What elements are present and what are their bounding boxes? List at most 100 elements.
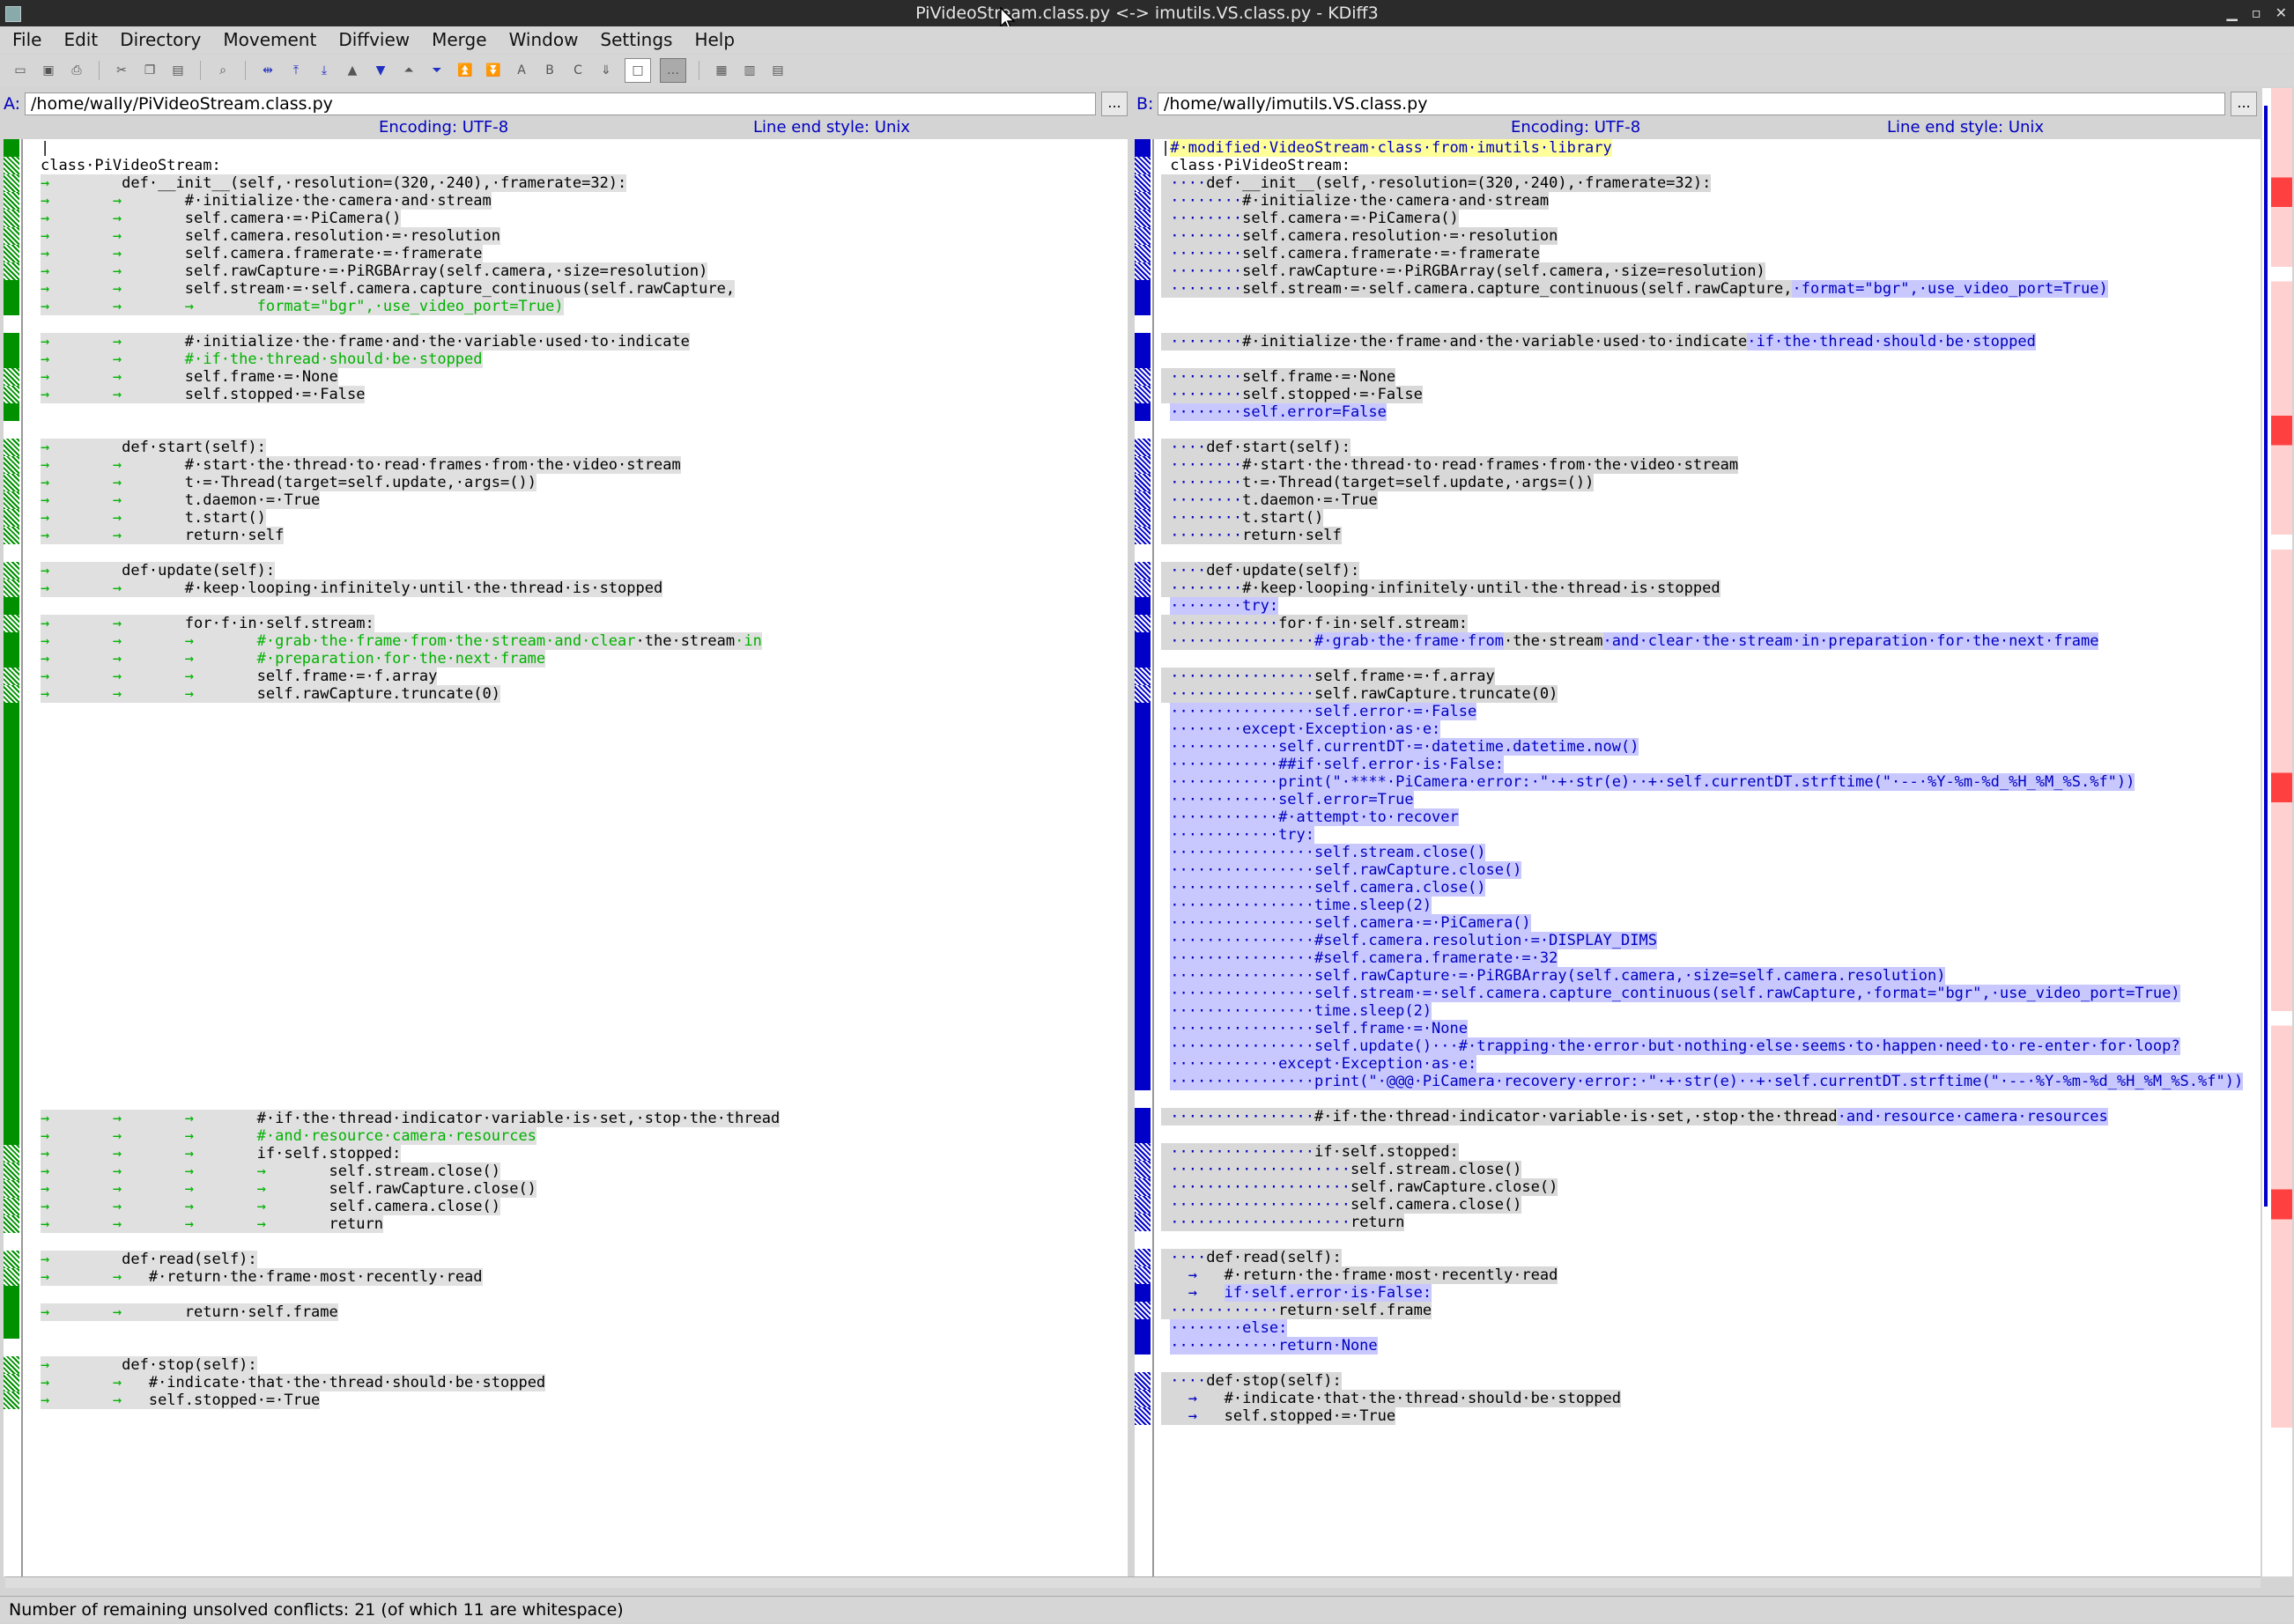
menu-window[interactable]: Window <box>497 26 588 53</box>
diff-pane-b[interactable]: |#·modified·VideoStream·class·from·imuti… <box>1135 139 2261 1576</box>
diff-marker <box>1135 1390 1151 1407</box>
code-line: ········t·=·Thread(target=self.update,·a… <box>1135 474 2261 491</box>
diff-marker <box>4 615 19 632</box>
diff-marker <box>4 1145 19 1163</box>
new-icon[interactable]: ▭ <box>11 61 30 80</box>
diff-marker <box>1135 632 1151 650</box>
menu-edit[interactable]: Edit <box>51 26 107 53</box>
diff-marker <box>1135 949 1151 967</box>
diff-marker <box>4 421 19 439</box>
select-c-icon[interactable]: C <box>568 61 588 80</box>
pane-splitter[interactable] <box>1128 88 1135 1576</box>
code-line: ················self.frame·=·f.array <box>1135 668 2261 685</box>
diff-marker <box>4 1321 19 1339</box>
diff-marker <box>4 1356 19 1374</box>
code-line: → → self.camera.resolution·=·resolution <box>4 227 1128 245</box>
minimize-icon[interactable]: ▁ <box>2226 0 2237 26</box>
pane-a-code: | class·PiVideoStream: → def·__init__(se… <box>4 139 1128 703</box>
menu-merge[interactable]: Merge <box>419 26 496 53</box>
code-line: class·PiVideoStream: <box>1135 157 2261 174</box>
diff-marker <box>4 527 19 544</box>
go-next-conflict-icon[interactable]: ⏷ <box>427 61 447 80</box>
code-line: ················self.camera.close() <box>1135 879 2261 897</box>
menu-movement[interactable]: Movement <box>211 26 326 53</box>
diff-marker <box>1135 738 1151 756</box>
go-prev-delta-icon[interactable]: ▲ <box>343 61 362 80</box>
code-line: class·PiVideoStream: <box>4 157 1128 174</box>
menu-directory[interactable]: Directory <box>107 26 211 53</box>
go-next-delta-icon[interactable]: ▼ <box>371 61 390 80</box>
close-icon[interactable]: ✕ <box>2276 0 2287 26</box>
show-linenumbers-icon[interactable]: … <box>660 58 686 83</box>
go-top-icon[interactable]: ⤒ <box>286 61 306 80</box>
diff-marker <box>4 1163 19 1180</box>
code-line: → → #·start·the·thread·to·read·frames·fr… <box>4 456 1128 474</box>
save-icon[interactable]: ▣ <box>39 61 58 80</box>
paste-icon[interactable]: ▤ <box>168 61 188 80</box>
diff-marker <box>1135 668 1151 685</box>
code-line: ················self.stream.close() <box>1135 844 2261 861</box>
menu-settings[interactable]: Settings <box>588 26 682 53</box>
code-line: ············print("·****·PiCamera·error:… <box>1135 773 2261 791</box>
code-line: → def·read(self): <box>4 1251 1128 1268</box>
diff-marker <box>4 403 19 421</box>
diff-marker <box>1135 579 1151 597</box>
diff-marker <box>1135 597 1151 615</box>
select-a-icon[interactable]: A <box>512 61 531 80</box>
pane-a-path-input[interactable]: /home/wally/PiVideoStream.class.py <box>25 92 1096 115</box>
pane-b-path-input[interactable]: /home/wally/imutils.VS.class.py <box>1158 92 2225 115</box>
go-next-unsolved-icon[interactable]: ⏬ <box>484 61 503 80</box>
split-horizontal-icon[interactable]: ▦ <box>712 61 731 80</box>
menu-help[interactable]: Help <box>682 26 744 53</box>
go-prev-conflict-icon[interactable]: ⏶ <box>399 61 418 80</box>
code-line <box>1135 315 2261 333</box>
pane-b-browse-button[interactable]: ... <box>2231 92 2257 116</box>
go-prev-unsolved-icon[interactable]: ⏫ <box>455 61 475 80</box>
code-line: → def·__init__(self,·resolution=(320,·24… <box>4 174 1128 192</box>
diff-marker <box>1135 368 1151 386</box>
diff-marker <box>1135 914 1151 932</box>
diff-marker <box>1135 245 1151 262</box>
copy-icon[interactable]: ❐ <box>140 61 159 80</box>
code-line: → def·start(self): <box>4 439 1128 456</box>
horizontal-scrollbar[interactable] <box>5 1576 2261 1588</box>
title-bar: PiVideoStream.class.py <-> imutils.VS.cl… <box>0 0 2294 31</box>
code-line: ········self.error=False <box>1135 403 2261 421</box>
diff-pane-a[interactable]: | class·PiVideoStream: → def·__init__(se… <box>4 139 1128 1576</box>
diff-marker <box>1135 280 1151 298</box>
code-line: ············try: <box>1135 826 2261 844</box>
code-line: → → → → return <box>4 1215 1128 1233</box>
app-icon[interactable] <box>5 6 21 22</box>
code-line: → → t.start() <box>4 509 1128 527</box>
code-line <box>4 1286 1128 1303</box>
select-b-icon[interactable]: B <box>540 61 559 80</box>
code-line <box>4 1339 1128 1356</box>
code-line: ····················return <box>1135 1214 2261 1231</box>
split-wordwrap-icon[interactable]: ▤ <box>768 61 788 80</box>
diff-marker <box>4 632 19 650</box>
diff-marker <box>4 139 19 157</box>
pane-a-path-row: A: /home/wally/PiVideoStream.class.py ..… <box>4 91 1128 117</box>
diff-marker <box>1135 650 1151 668</box>
pane-a-browse-button[interactable]: ... <box>1101 92 1128 116</box>
menu-file[interactable]: File <box>0 26 51 53</box>
code-line: ················self.rawCapture.truncate… <box>1135 685 2261 703</box>
diff-overview-bar[interactable] <box>2262 88 2292 1576</box>
code-line: → → → self.rawCapture.truncate(0) <box>4 685 1128 703</box>
cut-icon[interactable]: ✂ <box>112 61 131 80</box>
diff-marker <box>4 333 19 351</box>
go-bottom-icon[interactable]: ⤓ <box>314 61 334 80</box>
go-current-icon[interactable]: ⇹ <box>258 61 278 80</box>
pane-b-label: B: <box>1136 94 1154 114</box>
print-icon[interactable]: ⎙ <box>67 61 86 80</box>
show-whitespace-icon[interactable]: □ <box>625 58 651 83</box>
find-icon[interactable]: ⌕ <box>213 61 233 80</box>
code-line: ············for·f·in·self.stream: <box>1135 615 2261 632</box>
diff-marker <box>1135 262 1151 280</box>
auto-advance-icon[interactable]: ⇓ <box>596 61 616 80</box>
code-line: ····················self.rawCapture.clos… <box>1135 1178 2261 1196</box>
split-vertical-icon[interactable]: ▥ <box>740 61 759 80</box>
diff-marker <box>4 210 19 227</box>
menu-diffview[interactable]: Diffview <box>326 26 419 53</box>
maximize-icon[interactable]: ▫ <box>2252 0 2261 26</box>
